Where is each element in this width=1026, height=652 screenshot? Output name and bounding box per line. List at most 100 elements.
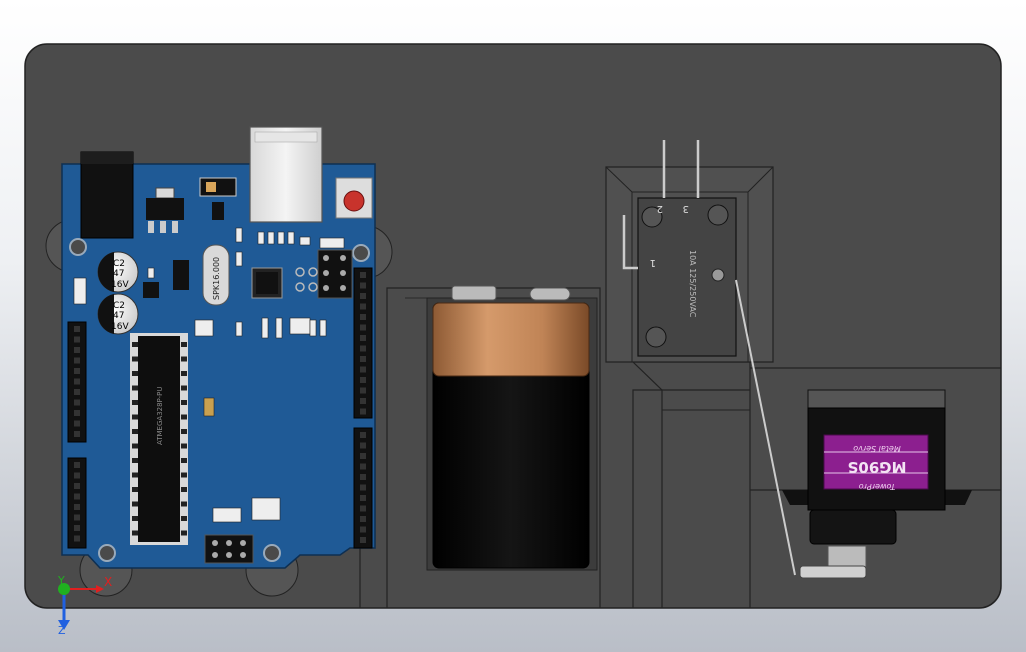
- battery-9v[interactable]: [426, 285, 598, 571]
- servo-maker-text: TowerPro: [859, 482, 896, 491]
- header-pin: [74, 483, 80, 489]
- chip-leg: [181, 400, 187, 405]
- chip-leg: [181, 530, 187, 536]
- header-pin: [360, 272, 366, 278]
- chip-leg: [181, 414, 187, 420]
- header-pin: [360, 293, 366, 299]
- chip-leg: [181, 429, 187, 434]
- header-pin: [360, 463, 366, 470]
- header-pin: [360, 442, 366, 449]
- chip-leg: [132, 356, 138, 362]
- servo-model-text: MG90S: [848, 458, 907, 476]
- header-pin: [74, 326, 80, 332]
- header-pin: [360, 335, 366, 341]
- small-chip: [173, 260, 189, 290]
- header-pin: [74, 535, 80, 542]
- header-pin: [74, 525, 80, 531]
- header-pin: [360, 453, 366, 459]
- chip-leg: [132, 458, 138, 463]
- icsp-header: [317, 249, 353, 299]
- cap-label-2: 47: [113, 269, 124, 279]
- header-pin: [74, 389, 80, 395]
- chip-leg: [132, 342, 138, 347]
- header-pin: [74, 399, 80, 406]
- usb-serial-chip: [251, 267, 283, 299]
- crystal-oscillator: SPK16.000: [202, 244, 230, 306]
- chip-leg: [181, 385, 187, 391]
- chip-leg: [181, 342, 187, 347]
- header-pin: [74, 462, 80, 468]
- header-pin: [74, 493, 80, 500]
- chip-leg: [132, 400, 138, 405]
- header-pin: [74, 431, 80, 437]
- cap-label-3: 16V: [111, 280, 129, 290]
- chip-leg: [181, 371, 187, 376]
- header-pin: [360, 387, 366, 394]
- chip-leg: [181, 458, 187, 463]
- header-digital-right-top: [353, 267, 373, 419]
- chip-leg: [132, 385, 138, 391]
- header-pin: [360, 314, 366, 320]
- chip-leg: [181, 472, 187, 478]
- chip-leg: [132, 414, 138, 420]
- chip-leg: [181, 501, 187, 507]
- switch-rating: 10A 125/250VAC: [688, 250, 697, 318]
- capacitor-c2-top: C2 47 16V: [97, 251, 139, 293]
- header-pin: [360, 484, 366, 491]
- header-pin: [360, 377, 366, 383]
- chip-leg: [132, 501, 138, 507]
- header-pin: [74, 504, 80, 510]
- servo-brand-text: Metal Servo: [853, 444, 901, 453]
- header-pin: [74, 368, 80, 374]
- header-analog-left: [67, 457, 87, 549]
- header-pin: [74, 472, 80, 479]
- x-axis-label: X: [104, 575, 112, 589]
- header-pin: [74, 420, 80, 427]
- header-pin: [360, 324, 366, 331]
- cap-label-1: C2: [113, 301, 125, 311]
- terminal-label-2: 2: [657, 203, 663, 214]
- chip-leg: [132, 530, 138, 536]
- header-pin: [360, 526, 366, 533]
- y-axis-label: Y: [57, 574, 65, 587]
- terminal-label-3: 3: [683, 203, 689, 214]
- arduino-uno-board[interactable]: C2 47 16V C2 47 16V SPK16.000 ATMEGA328P…: [61, 126, 376, 569]
- chip-leg: [181, 516, 187, 521]
- cap-label-2: 47: [113, 311, 124, 321]
- chip-leg: [132, 472, 138, 478]
- chip-leg: [132, 487, 138, 492]
- cad-viewport[interactable]: C2 47 16V C2 47 16V SPK16.000 ATMEGA328P…: [0, 0, 1026, 652]
- chip-leg: [132, 516, 138, 521]
- header-pin: [360, 516, 366, 522]
- terminal-label-1: 1: [650, 257, 656, 268]
- cap-label-3: 16V: [111, 322, 129, 332]
- header-pin: [360, 282, 366, 289]
- usb-b-port: [249, 126, 323, 223]
- chip-leg: [181, 487, 187, 492]
- header-pin: [74, 378, 80, 385]
- reset-button[interactable]: [335, 177, 373, 219]
- header-pin: [74, 336, 80, 343]
- header-pin: [360, 537, 366, 543]
- header-pin: [360, 366, 366, 373]
- icsp-header-lower: [204, 534, 254, 564]
- chip-leg: [132, 443, 138, 449]
- polyfuse: [199, 177, 237, 197]
- dc-power-jack: [80, 151, 134, 239]
- header-pin: [74, 347, 80, 353]
- diode: [212, 202, 224, 220]
- cap-label-1: C2: [113, 259, 125, 269]
- header-pin: [360, 505, 366, 512]
- header-pin: [360, 474, 366, 480]
- capacitor-c2-bottom: C2 47 16V: [97, 293, 139, 335]
- z-axis-label: Z: [58, 624, 66, 637]
- chip-leg: [181, 356, 187, 362]
- chip-leg: [181, 443, 187, 449]
- chip-label: ATMEGA328P-PU: [156, 387, 164, 446]
- atmega328p-chip: ATMEGA328P-PU: [130, 333, 188, 545]
- small-chip: [143, 282, 159, 298]
- header-pin: [360, 495, 366, 501]
- header-pin: [74, 410, 80, 416]
- header-pin: [360, 432, 366, 438]
- crystal-label: SPK16.000: [212, 257, 221, 300]
